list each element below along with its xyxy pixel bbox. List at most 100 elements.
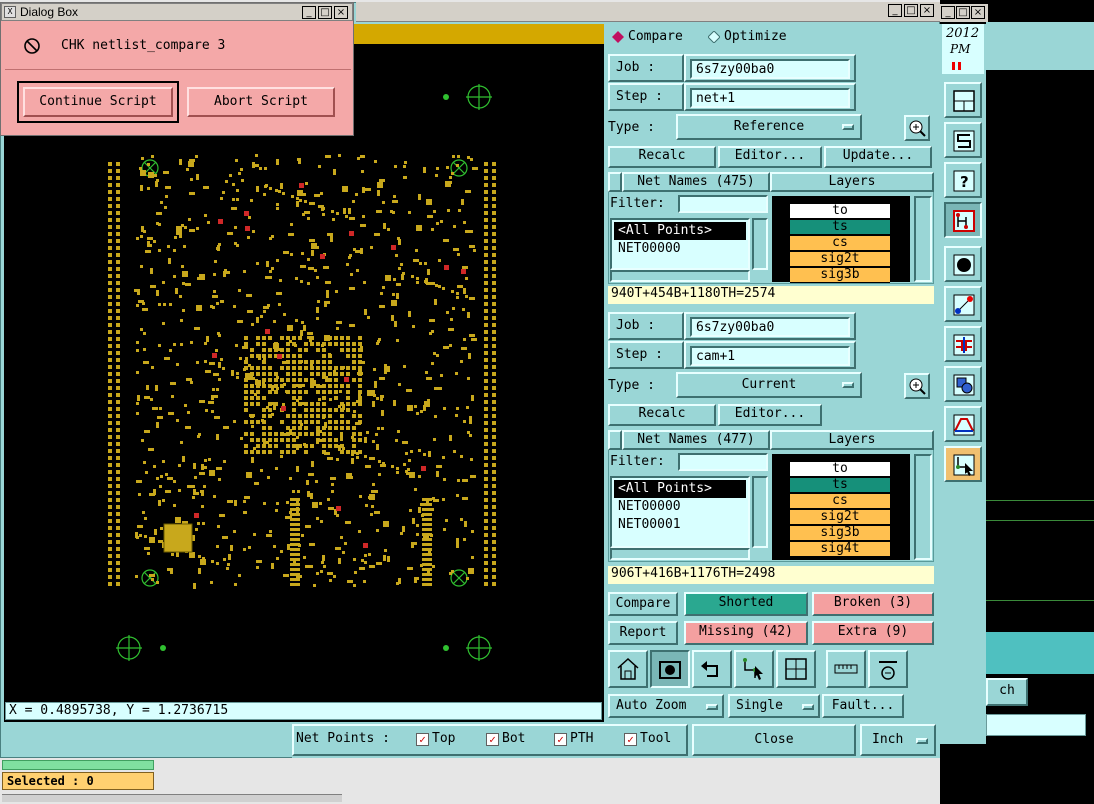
layer-item[interactable]: ts: [790, 478, 890, 493]
ref-netnames-toggle[interactable]: [608, 172, 622, 192]
layer-item[interactable]: cs: [790, 236, 890, 251]
pad: [198, 568, 201, 574]
pad: [190, 341, 193, 344]
shorted-button[interactable]: Shorted: [684, 592, 808, 616]
layer-item[interactable]: sig2t: [790, 510, 890, 525]
ref-update-button[interactable]: Update...: [824, 146, 932, 168]
close-icon[interactable]: ×: [971, 6, 985, 19]
split-tool-button[interactable]: [944, 326, 982, 362]
ref-job-field[interactable]: 6s7zy00ba0: [690, 59, 850, 79]
pad: [236, 244, 239, 247]
ref-layers-header[interactable]: Layers: [770, 172, 934, 192]
cur-zoom-button[interactable]: [904, 373, 930, 399]
cur-step-field[interactable]: cam+1: [690, 346, 850, 366]
cur-recalc-button[interactable]: Recalc: [608, 404, 716, 426]
snapshot-button[interactable]: [650, 650, 690, 688]
cur-layers-header[interactable]: Layers: [770, 430, 934, 450]
tool-checkbox[interactable]: ✓: [624, 733, 637, 746]
missing-button[interactable]: Missing (42): [684, 621, 808, 645]
home-button[interactable]: [608, 650, 648, 688]
close-icon[interactable]: ×: [920, 4, 934, 17]
cur-type-dropdown[interactable]: Current: [676, 372, 862, 398]
ref-editor-button[interactable]: Editor...: [718, 146, 822, 168]
compare-radio-label: Compare: [628, 29, 683, 44]
connect-tool-button[interactable]: [944, 286, 982, 322]
cur-job-field[interactable]: 6s7zy00ba0: [690, 317, 850, 337]
top-checkbox[interactable]: ✓: [416, 733, 429, 746]
measure-button[interactable]: [826, 650, 866, 688]
layer-item[interactable]: ts: [790, 220, 890, 235]
layer-item[interactable]: to: [790, 462, 890, 477]
cur-layer-vscroll[interactable]: [914, 454, 932, 560]
fault-button[interactable]: Fault...: [822, 694, 904, 718]
units-dropdown[interactable]: Inch: [860, 724, 936, 756]
profile-tool-button[interactable]: [944, 406, 982, 442]
close-button[interactable]: Close: [692, 724, 856, 756]
minimize-icon[interactable]: _: [941, 6, 955, 19]
abort-script-button[interactable]: Abort Script: [187, 87, 335, 117]
extra-button[interactable]: Extra (9): [812, 621, 934, 645]
ref-type-dropdown[interactable]: Reference: [676, 114, 862, 140]
close-icon[interactable]: ×: [334, 6, 348, 19]
list-item[interactable]: NET00000: [614, 240, 681, 258]
ref-step-field[interactable]: net+1: [690, 88, 850, 108]
ref-recalc-button[interactable]: Recalc: [608, 146, 716, 168]
layer-item[interactable]: sig4t: [790, 542, 890, 557]
broken-button[interactable]: Broken (3): [812, 592, 934, 616]
cur-netnames-toggle[interactable]: [608, 430, 622, 450]
layer-item[interactable]: sig3b: [790, 526, 890, 541]
ref-layer-vscroll[interactable]: [914, 196, 932, 282]
cur-net-hscroll[interactable]: [610, 548, 750, 560]
list-item[interactable]: <All Points>: [614, 480, 746, 498]
pad-tool-button[interactable]: [944, 246, 982, 282]
ref-filter-input[interactable]: [678, 195, 768, 213]
cur-editor-button[interactable]: Editor...: [718, 404, 822, 426]
undo-button[interactable]: [692, 650, 732, 688]
bot-checkbox[interactable]: ✓: [486, 733, 499, 746]
minimize-icon[interactable]: _: [888, 4, 902, 17]
report-button[interactable]: Report: [608, 621, 678, 645]
ref-net-vscroll[interactable]: [752, 218, 768, 270]
maximize-icon[interactable]: □: [904, 4, 918, 17]
cur-filter-input[interactable]: [678, 453, 768, 471]
ref-netnames-header[interactable]: Net Names (475): [622, 172, 770, 192]
autozoom-dropdown[interactable]: Auto Zoom: [608, 694, 724, 718]
pad: [116, 512, 120, 516]
cur-netnames-header[interactable]: Net Names (477): [622, 430, 770, 450]
layer-item[interactable]: sig3b: [790, 268, 890, 283]
continue-script-button[interactable]: Continue Script: [23, 87, 173, 117]
ref-net-hscroll[interactable]: [610, 270, 750, 282]
ref-zoom-button[interactable]: [904, 115, 930, 141]
compare-button[interactable]: Compare: [608, 592, 678, 616]
pad: [228, 554, 231, 560]
pad: [380, 395, 383, 401]
trace-tool-button[interactable]: [944, 446, 982, 482]
cur-net-vscroll[interactable]: [752, 476, 768, 548]
net-select-button[interactable]: [734, 650, 774, 688]
pad: [290, 543, 300, 546]
maximize-icon[interactable]: □: [318, 6, 332, 19]
single-dropdown[interactable]: Single: [728, 694, 820, 718]
tools-button[interactable]: [868, 650, 908, 688]
pad: [116, 197, 120, 201]
help-button[interactable]: ?: [944, 162, 982, 198]
layer-item[interactable]: sig2t: [790, 252, 890, 267]
pad: [262, 408, 266, 412]
list-item[interactable]: NET00001: [614, 516, 681, 534]
pad: [336, 458, 339, 461]
window-view-button[interactable]: [776, 650, 816, 688]
minimize-icon[interactable]: _: [302, 6, 316, 19]
pad: [217, 525, 220, 528]
pad: [492, 246, 496, 250]
route-tool-button[interactable]: [944, 122, 982, 158]
netlist-tool-button[interactable]: [944, 202, 982, 238]
window-tool-button[interactable]: [944, 82, 982, 118]
list-item[interactable]: NET00000: [614, 498, 681, 516]
background-units-button[interactable]: ch: [986, 678, 1028, 706]
layer-item[interactable]: to: [790, 204, 890, 219]
list-item[interactable]: <All Points>: [614, 222, 746, 240]
shapes-tool-button[interactable]: [944, 366, 982, 402]
pth-checkbox[interactable]: ✓: [554, 733, 567, 746]
layer-item[interactable]: cs: [790, 494, 890, 509]
maximize-icon[interactable]: □: [956, 6, 970, 19]
